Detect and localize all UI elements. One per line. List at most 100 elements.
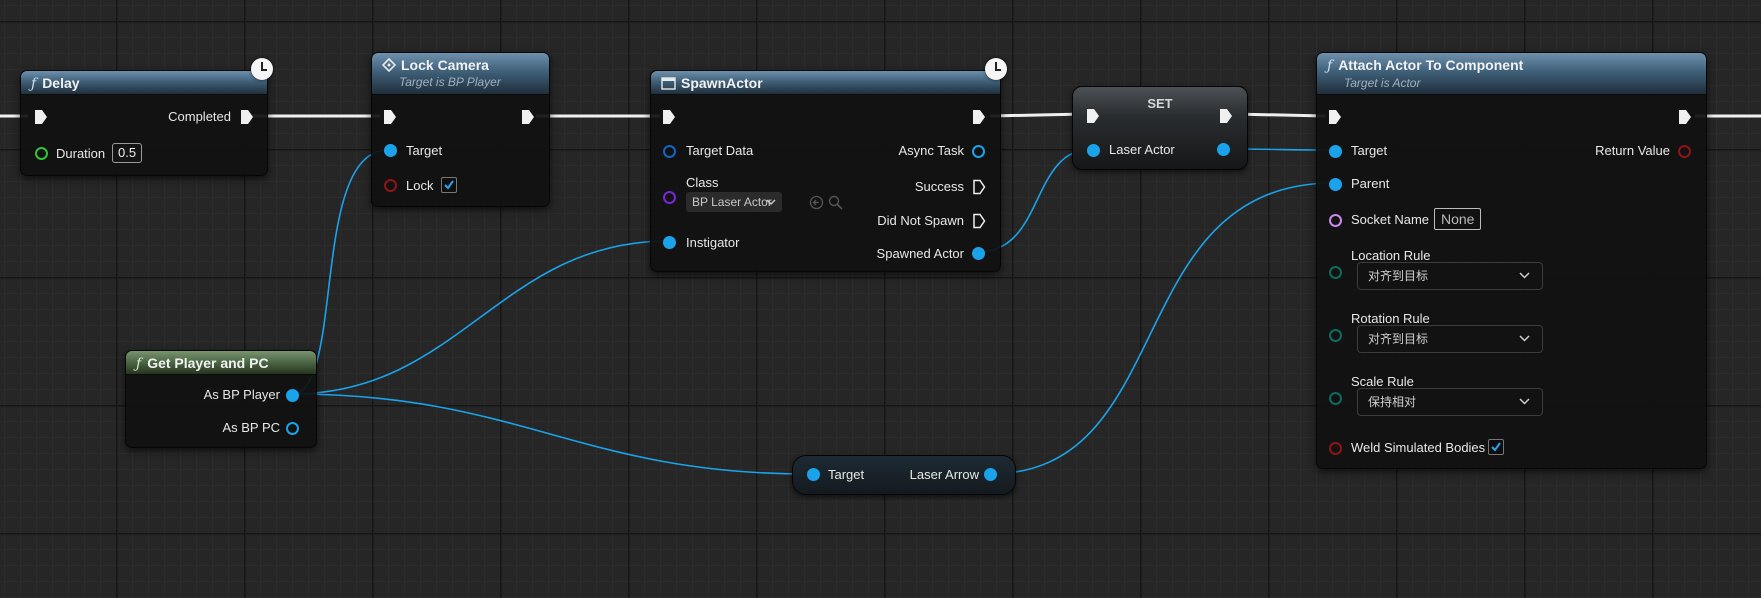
get-player-title: Get Player and PC [147,355,269,371]
set-node[interactable]: SET Laser Actor [1072,86,1248,170]
class-dropdown[interactable]: BP Laser Actor [686,192,782,212]
socket-name-pin[interactable] [1329,214,1342,227]
laser-arrow-label: Laser Arrow [909,467,979,482]
attach-subtitle: Target is Actor [1344,76,1421,90]
wire-player-to-arrow-target [291,393,809,475]
async-task-label: Async Task [898,143,964,158]
scale-rule-value: 保持相对 [1368,395,1417,409]
chevron-down-icon [766,199,776,206]
duration-label: Duration [56,146,106,161]
laser-arrow-target-pin[interactable] [807,468,820,481]
duration-input[interactable]: 0.5 [112,143,143,163]
lock-pin[interactable] [384,179,397,192]
attach-header: ƒ Attach Actor To Component Target is Act… [1317,53,1706,95]
target-label: Target [406,143,443,158]
laser-actor-pin[interactable] [1087,144,1100,157]
lock-label: Lock [406,178,434,193]
laser-actor-label: Laser Actor [1109,142,1175,157]
function-icon: ƒ [1327,58,1333,74]
lock-checkbox[interactable] [441,177,457,193]
exec-in-pin[interactable] [1086,108,1100,124]
success-exec-pin[interactable] [972,179,986,195]
class-pin[interactable] [663,191,676,204]
attach-target-pin[interactable] [1329,145,1342,158]
completed-exec-pin[interactable] [240,109,254,125]
instigator-label: Instigator [686,235,740,250]
rotation-rule-value: 对齐到目标 [1368,332,1429,346]
delay-header: ƒ Delay [21,71,267,95]
delay-title: Delay [42,75,80,91]
function-icon: ƒ [31,76,37,92]
weld-checkbox[interactable] [1488,439,1504,455]
spawn-actor-icon [661,77,676,90]
spawned-actor-label: Spawned Actor [876,246,964,261]
exec-out-pin[interactable] [972,109,986,125]
spawn-actor-title: SpawnActor [681,75,763,91]
chevron-down-icon [1519,335,1530,342]
browse-search-icon[interactable] [828,195,843,210]
spawn-actor-node[interactable]: SpawnActor Target Data Async Task Class … [650,70,1001,272]
target-data-label: Target Data [686,143,754,158]
return-value-pin[interactable] [1678,145,1691,158]
clock-icon [251,58,273,80]
laser-arrow-target-label: Target [828,467,865,482]
wire-player-to-instigator [291,240,669,395]
as-bp-player-pin[interactable] [286,389,299,402]
target-data-pin[interactable] [663,145,676,158]
async-task-pin[interactable] [972,145,985,158]
laser-arrow-out-pin[interactable] [984,468,997,481]
exec-in-pin[interactable] [383,109,397,125]
chevron-down-icon [1519,272,1530,279]
rotation-rule-pin[interactable] [1329,329,1342,342]
attach-target-label: Target [1351,143,1388,158]
exec-out-pin[interactable] [1219,108,1233,124]
weld-label: Weld Simulated Bodies [1351,440,1486,455]
target-pin[interactable] [384,144,397,157]
location-rule-dropdown[interactable]: 对齐到目标 [1357,262,1543,290]
lock-camera-title: Lock Camera [401,57,489,73]
lock-camera-node[interactable]: Lock Camera Target is BP Player Target L… [371,52,550,207]
exec-in-pin[interactable] [34,109,48,125]
success-label: Success [914,179,964,194]
use-selected-icon[interactable] [809,195,824,210]
location-rule-pin[interactable] [1329,266,1342,279]
delay-node[interactable]: ƒ Delay Completed Duration 0.5 [20,70,268,176]
class-dropdown-value: BP Laser Actor [692,195,772,209]
exec-in-pin[interactable] [662,109,676,125]
lock-camera-header: Lock Camera Target is BP Player [372,53,549,95]
attach-title: Attach Actor To Component [1338,57,1524,73]
scale-rule-pin[interactable] [1329,392,1342,405]
laser-actor-out-pin[interactable] [1217,143,1230,156]
spawned-actor-pin[interactable] [972,247,985,260]
exec-in-pin[interactable] [1328,109,1342,125]
get-player-node[interactable]: ƒ Get Player and PC As BP Player As BP PC [125,350,317,448]
lock-camera-subtitle: Target is BP Player [399,75,501,89]
function-icon: ƒ [136,356,142,372]
clock-icon [985,58,1007,80]
checkmark-icon [444,180,454,190]
as-bp-player-label: As BP Player [203,387,280,402]
wire-arrow-to-parent [989,182,1335,475]
exec-out-pin[interactable] [521,109,535,125]
duration-pin[interactable] [35,147,48,160]
spawn-actor-header: SpawnActor [651,71,1000,95]
weld-pin[interactable] [1329,442,1342,455]
exec-wire-spawn-set [989,112,1086,118]
laser-arrow-node[interactable]: Target Laser Arrow [792,455,1016,495]
exec-out-pin[interactable] [1678,109,1692,125]
chevron-down-icon [1519,398,1530,405]
return-value-label: Return Value [1595,143,1670,158]
instigator-pin[interactable] [663,236,676,249]
did-not-spawn-exec-pin[interactable] [972,213,986,229]
as-bp-pc-label: As BP PC [222,420,280,435]
parent-pin[interactable] [1329,178,1342,191]
event-diamond-icon [381,57,397,73]
scale-rule-dropdown[interactable]: 保持相对 [1357,388,1543,416]
socket-name-input[interactable]: None [1434,208,1482,230]
attach-actor-node[interactable]: ƒ Attach Actor To Component Target is Act… [1316,52,1707,469]
rotation-rule-dropdown[interactable]: 对齐到目标 [1357,325,1543,353]
did-not-spawn-label: Did Not Spawn [877,213,964,228]
parent-label: Parent [1351,176,1390,191]
as-bp-pc-pin[interactable] [286,422,299,435]
location-rule-value: 对齐到目标 [1368,269,1429,283]
